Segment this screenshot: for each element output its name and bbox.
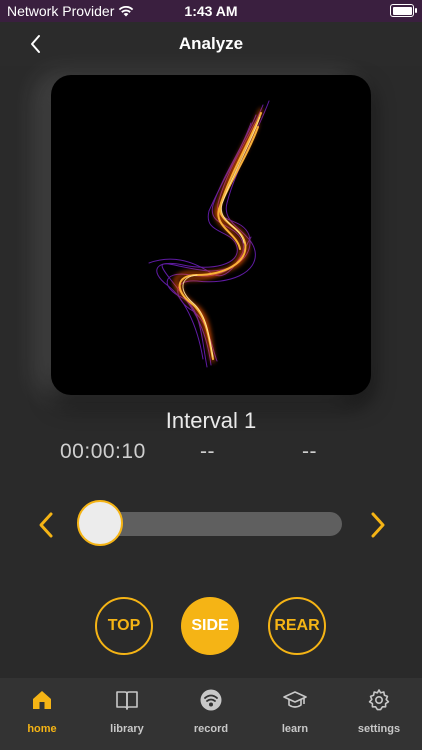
next-interval-button[interactable] [366,510,390,540]
chevron-right-icon [371,512,385,538]
motion-trace-image [148,100,270,368]
tab-home-label: home [27,723,57,735]
view-rear-button[interactable]: REAR [268,597,326,655]
status-time: 1:43 AM [184,3,238,19]
record-icon [200,689,222,711]
interval-slider-thumb[interactable] [77,500,123,546]
motion-visualization [51,75,371,395]
interval-stat-3: -- [302,440,317,463]
gear-icon [368,689,390,711]
tab-bar: home library record learn settings [0,678,422,750]
page-title: Analyze [178,34,244,53]
interval-slider-track[interactable] [90,512,342,536]
view-top-button[interactable]: TOP [95,597,153,655]
home-icon [33,691,51,709]
tab-library-label: library [110,723,144,735]
chevron-left-icon [39,512,53,538]
interval-stat-2: -- [200,440,215,463]
tab-settings-label: settings [357,723,401,735]
prev-interval-button[interactable] [34,510,58,540]
status-bar: Network Provider 1:43 AM [0,0,422,22]
nav-bar: Analyze [0,22,422,66]
graduation-cap-icon [283,691,307,708]
battery-icon [390,4,417,17]
view-side-button[interactable]: SIDE [181,597,239,655]
tab-record-label: record [193,723,229,735]
status-right [390,4,417,17]
tab-settings[interactable]: settings [337,678,421,750]
tab-learn-label: learn [281,723,309,735]
interval-time: 00:00:10 [60,440,146,463]
tab-record[interactable]: record [169,678,253,750]
book-icon [116,691,138,710]
tab-learn[interactable]: learn [253,678,337,750]
interval-label: Interval 1 [165,408,257,433]
tab-home[interactable]: home [0,678,84,750]
tab-library[interactable]: library [85,678,169,750]
